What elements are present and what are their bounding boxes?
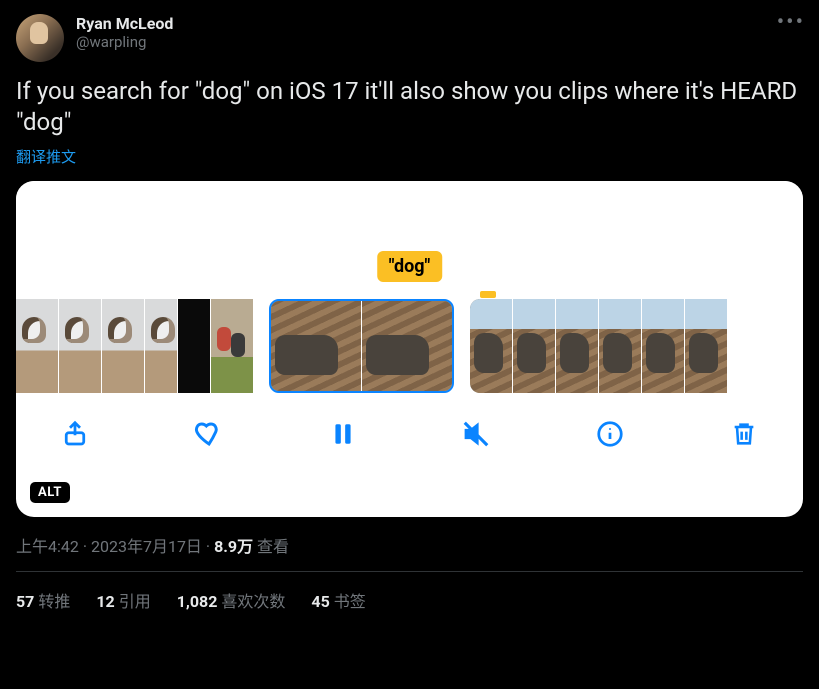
bookmarks-count: 45 xyxy=(311,592,329,611)
clip-thumbnail xyxy=(556,299,598,393)
views-count: 8.9万 xyxy=(214,537,253,556)
search-term-marker xyxy=(480,291,496,298)
info-icon[interactable] xyxy=(591,415,629,453)
user-block: Ryan McLeod @warpling xyxy=(76,14,173,51)
bookmarks-label: 书签 xyxy=(334,592,366,611)
trash-icon[interactable] xyxy=(725,415,763,453)
quotes-label: 引用 xyxy=(119,592,151,611)
clip-thumbnail xyxy=(685,299,727,393)
likes-stat[interactable]: 1,082喜欢次数 xyxy=(177,588,286,612)
views-label: 查看 xyxy=(257,537,289,556)
quotes-count: 12 xyxy=(96,592,114,611)
clip-group-3[interactable] xyxy=(470,299,727,393)
clip-thumbnail xyxy=(178,299,210,393)
retweets-stat[interactable]: 57转推 xyxy=(16,588,70,612)
divider xyxy=(16,571,803,572)
avatar[interactable] xyxy=(16,14,64,62)
alt-badge[interactable]: ALT xyxy=(30,482,70,503)
clip-thumbnail xyxy=(59,299,101,393)
clip-thumbnail xyxy=(145,299,177,393)
clip-thumbnail xyxy=(470,299,512,393)
clip-thumbnail xyxy=(102,299,144,393)
translate-link[interactable]: 翻译推文 xyxy=(16,146,76,167)
bookmarks-stat[interactable]: 45 书签 xyxy=(311,588,365,612)
clip-thumbnail xyxy=(362,301,452,391)
stats-row: 57转推 12 引用 1,082喜欢次数 45 书签 xyxy=(16,588,803,612)
pause-icon[interactable] xyxy=(324,415,362,453)
tweet-text: If you search for "dog" on iOS 17 it'll … xyxy=(16,76,803,138)
clip-group-selected[interactable] xyxy=(269,299,454,393)
media-top-area: "dog" xyxy=(16,181,803,299)
media-controls xyxy=(16,393,803,453)
clip-thumbnail xyxy=(211,299,253,393)
clip-thumbnail xyxy=(513,299,555,393)
clip-thumbnail xyxy=(599,299,641,393)
user-handle[interactable]: @warpling xyxy=(76,33,173,51)
likes-label: 喜欢次数 xyxy=(221,592,285,611)
quotes-stat[interactable]: 12 引用 xyxy=(96,588,150,612)
tweet-header: Ryan McLeod @warpling xyxy=(16,14,803,62)
mute-icon[interactable] xyxy=(457,415,495,453)
clip-thumbnail xyxy=(271,301,361,391)
likes-count: 1,082 xyxy=(177,592,218,611)
retweets-count: 57 xyxy=(16,592,34,611)
clip-group-1[interactable] xyxy=(16,299,253,393)
clip-thumbnail xyxy=(16,299,58,393)
tweet-meta: 上午4:42 · 2023年7月17日 · 8.9万 查看 xyxy=(16,533,803,557)
heart-icon[interactable] xyxy=(190,415,228,453)
tweet-date[interactable]: 2023年7月17日 xyxy=(91,537,202,556)
attached-media[interactable]: "dog" xyxy=(16,181,803,517)
clip-thumbnail xyxy=(642,299,684,393)
video-timeline[interactable] xyxy=(16,299,803,393)
display-name[interactable]: Ryan McLeod xyxy=(76,14,173,33)
tweet-time[interactable]: 上午4:42 xyxy=(16,537,79,556)
share-icon[interactable] xyxy=(56,415,94,453)
retweets-label: 转推 xyxy=(38,592,70,611)
search-term-label: "dog" xyxy=(377,251,443,282)
more-options-button[interactable]: ••• xyxy=(777,10,805,35)
